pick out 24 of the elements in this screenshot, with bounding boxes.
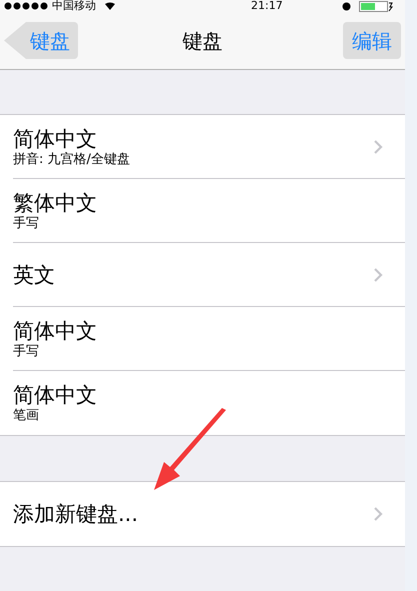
keyboard-row[interactable]: 简体中文 拼音: 九宫格/全键盘 [0, 115, 405, 179]
row-title: 英文 [13, 262, 56, 288]
status-time: 21:17 [251, 0, 283, 12]
carrier-name: 中国移动 [52, 0, 96, 12]
nav-title: 键盘 [182, 28, 222, 54]
keyboard-row[interactable]: 简体中文 手写 [0, 307, 405, 371]
row-subtitle: 手写 [13, 216, 40, 232]
chevron-icon [373, 266, 383, 282]
chevron-icon [373, 138, 383, 154]
row-subtitle: 拼音: 九宫格/全键盘 [13, 152, 131, 168]
row-title: 繁体中文 [13, 190, 98, 216]
keyboard-row[interactable]: 繁体中文 手写 [0, 179, 405, 243]
row-title: 简体中文 [13, 318, 98, 344]
row-subtitle: 手写 [13, 344, 40, 360]
keyboard-row[interactable]: 简体中文 笔画 [0, 371, 405, 435]
signal-icon [4, 2, 48, 10]
row-subtitle: 笔画 [13, 408, 40, 424]
row-title: 简体中文 [13, 126, 98, 152]
row-title: 添加新键盘... [13, 501, 140, 527]
keyboard-row[interactable]: 添加新键盘... [0, 482, 405, 546]
row-title: 简体中文 [13, 382, 98, 408]
keyboard-row[interactable]: 英文 [0, 243, 405, 307]
chevron-icon [373, 506, 383, 522]
wifi-icon [104, 2, 116, 10]
